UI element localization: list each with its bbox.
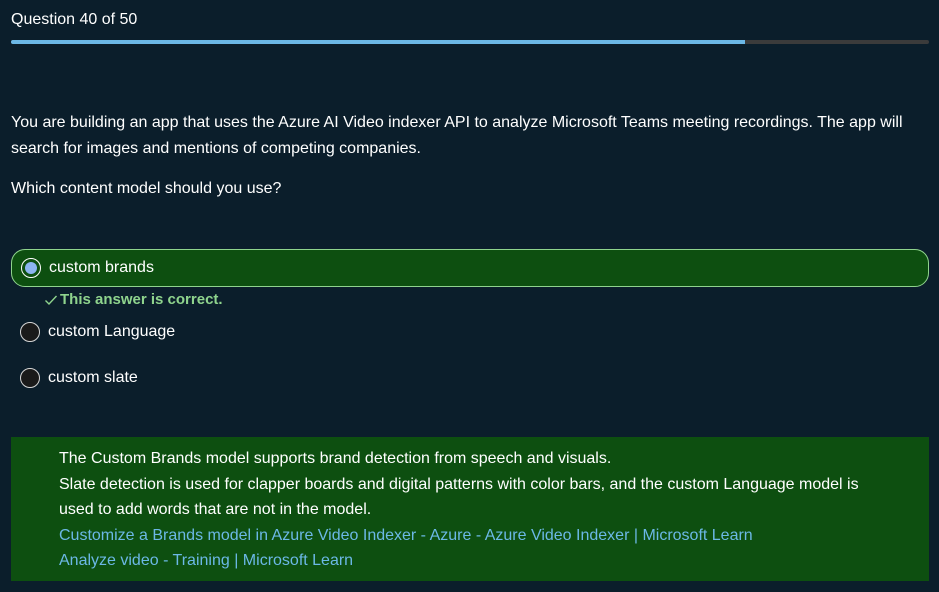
check-icon [45,295,58,305]
answer-option-label: custom slate [48,369,138,386]
question-text: You are building an app that uses the Az… [11,114,903,157]
radio-button-selected[interactable] [21,258,41,278]
answer-option-label: custom brands [49,259,154,276]
reference-link-brands-model[interactable]: Customize a Brands model in Azure Video … [59,523,929,549]
answer-option-label: custom Language [48,323,176,340]
answer-option-custom-brands[interactable]: custom brands [11,249,929,287]
radio-button[interactable] [20,368,40,388]
question-counter: Question 40 of 50 [11,11,138,28]
answer-option-custom-language[interactable]: custom Language [11,313,929,351]
explanation-panel: The Custom Brands model supports brand d… [11,437,929,581]
explanation-line-1: The Custom Brands model supports brand d… [59,450,612,467]
question-prompt: Which content model should you use? [11,180,282,197]
radio-dot [25,262,37,274]
explanation-line-2: Slate detection is used for clapper boar… [59,475,859,519]
correct-feedback: This answer is correct. [44,291,223,308]
progress-bar [11,40,929,44]
feedback-text: This answer is correct. [60,291,223,308]
progress-bar-fill [11,40,746,44]
answer-option-custom-slate[interactable]: custom slate [11,359,929,397]
reference-link-analyze-video[interactable]: Analyze video - Training | Microsoft Lea… [59,548,929,574]
radio-button[interactable] [20,322,40,342]
